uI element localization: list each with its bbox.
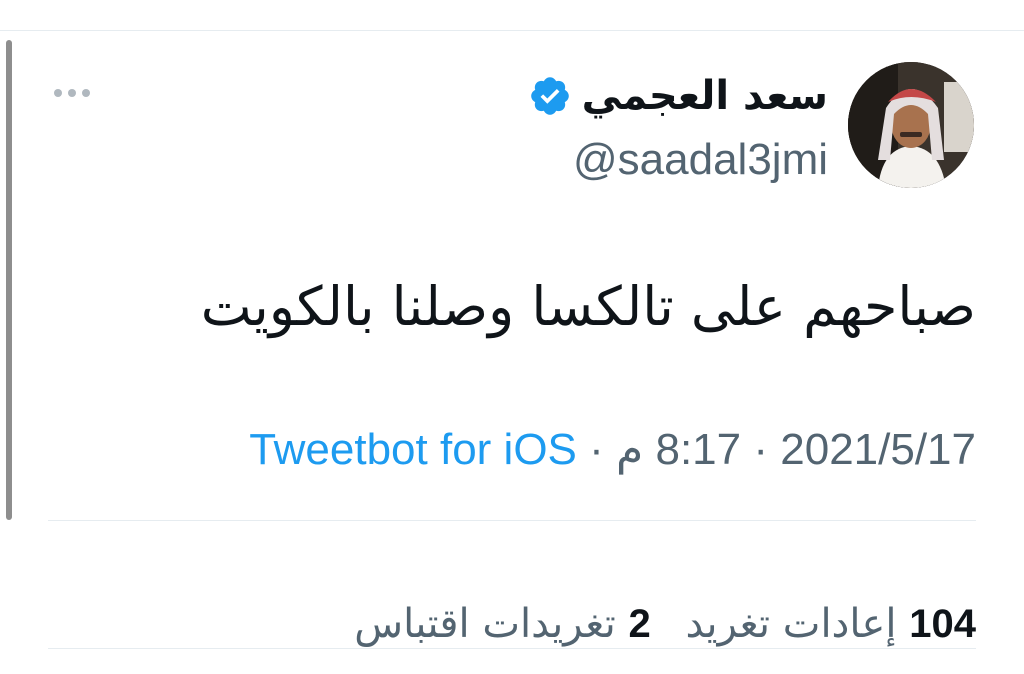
quote-tweets-stat[interactable]: 2 تغريدات اقتباس: [354, 601, 650, 647]
tweet-date[interactable]: 2021/5/17: [780, 425, 976, 474]
top-divider: [0, 30, 1024, 31]
meta-separator: ·: [589, 425, 604, 474]
author-handle[interactable]: @saadal3jmi: [528, 132, 828, 188]
source-link[interactable]: Tweetbot for iOS: [249, 425, 577, 474]
meta-separator: ·: [753, 425, 769, 474]
tweet-stats: 104 إعادات تغريد 2 تغريدات اقتباس: [48, 594, 976, 654]
retweet-count: 104: [909, 602, 976, 646]
divider: [48, 520, 976, 521]
more-options-icon[interactable]: [54, 88, 90, 98]
retweet-label: إعادات تغريد: [685, 601, 897, 647]
quote-label: تغريدات اقتباس: [354, 601, 616, 647]
scroll-indicator[interactable]: [6, 40, 12, 520]
quote-count: 2: [628, 602, 651, 646]
divider: [48, 648, 976, 649]
tweet-meta: Tweetbot for iOS · 8:17 م · 2021/5/17: [48, 420, 976, 480]
retweets-stat[interactable]: 104 إعادات تغريد: [673, 601, 976, 647]
dot: [54, 89, 62, 97]
display-name[interactable]: سعد العجمي: [582, 66, 828, 126]
dot: [82, 89, 90, 97]
author-block[interactable]: سعد العجمي @saadal3jmi: [528, 66, 828, 188]
tweet-time[interactable]: 8:17 م: [616, 425, 741, 474]
name-row: سعد العجمي: [528, 66, 828, 126]
profile-photo-icon: [848, 62, 974, 188]
avatar[interactable]: [848, 62, 974, 188]
verified-badge-icon: [530, 77, 569, 115]
dot: [68, 89, 76, 97]
tweet-text: صباحهم على تالكسا وصلنا بالكويت: [200, 275, 976, 338]
